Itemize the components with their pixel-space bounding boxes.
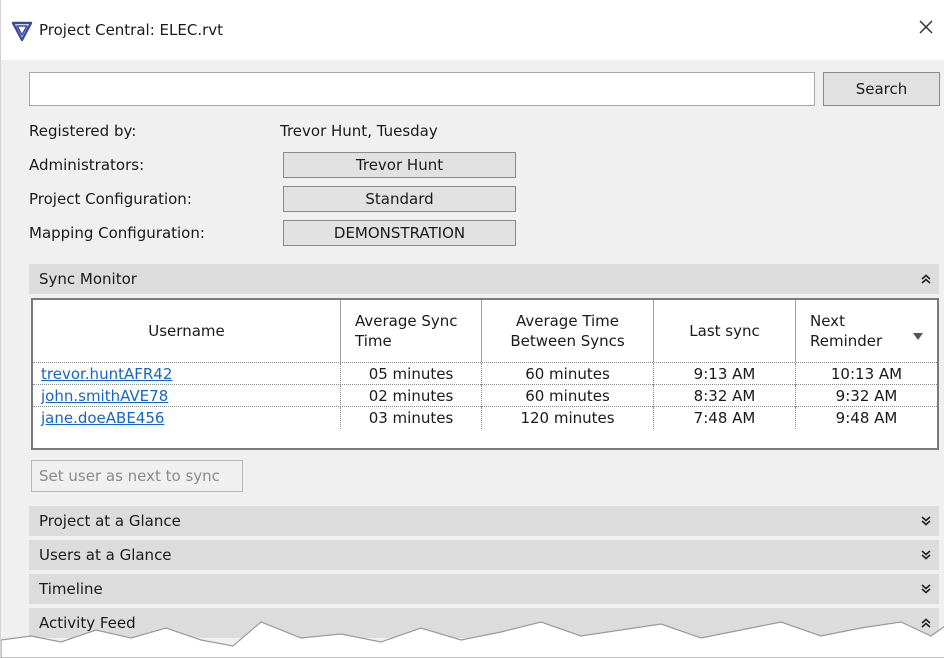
section-header-users-at-a-glance[interactable]: Users at a Glance [29,540,939,570]
project-configuration-label: Project Configuration: [29,190,192,208]
project-central-window: Project Central: ELEC.rvt Search Registe… [0,0,944,658]
average-time-between-cell: 60 minutes [482,363,654,385]
next-reminder-cell: 9:32 AM [835,387,898,405]
column-header-next-reminder[interactable]: Next Reminder [796,300,937,362]
chevron-double-down-icon[interactable] [919,574,933,604]
chevron-double-up-icon[interactable] [919,608,933,638]
username-link[interactable]: trevor.huntAFR42 [33,363,341,385]
sort-down-icon[interactable] [913,326,923,346]
section-title: Sync Monitor [39,270,137,288]
search-button[interactable]: Search [823,72,940,106]
username-link[interactable]: jane.doeABE456 [33,407,341,429]
next-reminder-cell: 9:48 AM [835,409,898,427]
average-sync-time-cell: 02 minutes [341,385,482,407]
registered-by-value: Trevor Hunt, Tuesday [280,122,438,140]
set-user-next-to-sync-button[interactable]: Set user as next to sync [31,460,243,492]
next-reminder-cell: 10:13 AM [830,365,903,383]
chevron-double-down-icon[interactable] [919,506,933,536]
average-time-between-cell: 60 minutes [482,385,654,407]
last-sync-cell: 7:48 AM [654,407,796,429]
section-header-timeline[interactable]: Timeline [29,574,939,604]
section-title: Timeline [39,580,103,598]
section-title: Users at a Glance [39,546,172,564]
average-sync-time-cell: 03 minutes [341,407,482,429]
average-sync-time-cell: 05 minutes [341,363,482,385]
column-header-average-sync-time[interactable]: Average Sync Time [341,300,482,362]
title-bar: Project Central: ELEC.rvt [1,0,944,60]
table-row[interactable]: john.smithAVE78 02 minutes 60 minutes 8:… [33,384,937,407]
table-row[interactable]: jane.doeABE456 03 minutes 120 minutes 7:… [33,406,937,429]
mapping-configuration-value: DEMONSTRATION [283,220,516,246]
search-input[interactable] [29,72,815,106]
table-row[interactable]: trevor.huntAFR42 05 minutes 60 minutes 9… [33,362,937,385]
sync-monitor-table: Username Average Sync Time Average Time Be… [31,298,939,450]
window-title: Project Central: ELEC.rvt [39,21,224,39]
registered-by-label: Registered by: [29,122,137,140]
username-link[interactable]: john.smithAVE78 [33,385,341,407]
column-header-username[interactable]: Username [33,300,341,362]
administrators-value: Trevor Hunt [283,152,516,178]
column-header-last-sync[interactable]: Last sync [654,300,796,362]
close-button[interactable] [911,14,941,44]
column-header-average-time-between-syncs[interactable]: Average Time Between Syncs [482,300,654,362]
mapping-configuration-label: Mapping Configuration: [29,224,205,242]
section-title: Project at a Glance [39,512,181,530]
close-icon [918,19,934,39]
section-title: Activity Feed [39,614,136,632]
section-header-activity-feed[interactable]: Activity Feed [29,608,939,638]
chevron-double-down-icon[interactable] [919,540,933,570]
section-header-sync-monitor[interactable]: Sync Monitor [29,264,939,294]
project-configuration-value: Standard [283,186,516,212]
chevron-double-up-icon[interactable] [919,264,933,294]
last-sync-cell: 9:13 AM [654,363,796,385]
app-logo-icon [11,20,33,42]
average-time-between-cell: 120 minutes [482,407,654,429]
table-header: Username Average Sync Time Average Time Be… [33,300,937,362]
last-sync-cell: 8:32 AM [654,385,796,407]
administrators-label: Administrators: [29,156,145,174]
section-header-project-at-a-glance[interactable]: Project at a Glance [29,506,939,536]
